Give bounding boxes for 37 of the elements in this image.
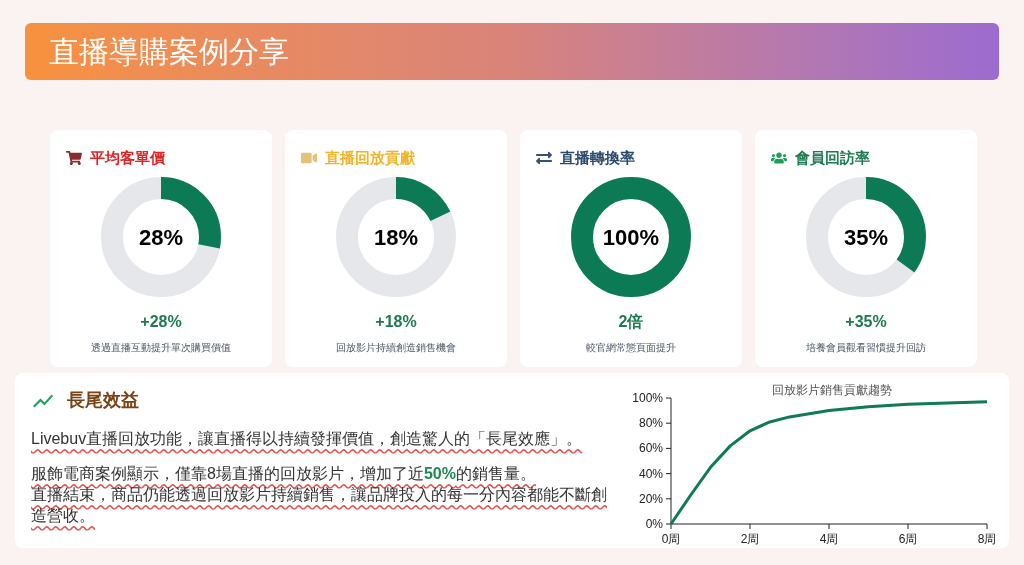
x-tick-label: 8周	[977, 532, 997, 546]
metric-caption: 回放影片持續創造銷售機會	[336, 341, 456, 355]
card-title: 直播轉換率	[560, 147, 635, 168]
y-tick-label: 60%	[638, 441, 663, 456]
metric-caption: 較官網常態頁面提升	[586, 341, 676, 355]
body-text: 直播結束，商品仍能透過回放影片持續銷售，讓品牌投入的每一分內容都能不斷創造營收。	[31, 485, 608, 526]
cart-icon	[66, 150, 82, 166]
y-tick-label: 80%	[638, 416, 663, 431]
card-title: 平均客單價	[90, 147, 165, 168]
chart-title: 回放影片銷售貢獻趨勢	[772, 383, 892, 397]
metric-caption: 透過直播互動提升單次購買價值	[91, 341, 231, 355]
two-arrows-icon	[536, 150, 552, 166]
page-title: 直播導購案例分享	[49, 34, 289, 70]
metric-value: +28%	[140, 312, 182, 332]
metric-value: 2倍	[618, 312, 644, 332]
metric-value: +18%	[375, 312, 417, 332]
donut-percentage: 28%	[138, 223, 183, 252]
donut-percentage: 100%	[602, 223, 660, 252]
donut-percentage: 35%	[843, 223, 888, 252]
video-camera-icon	[301, 150, 317, 166]
metric-caption: 培養會員觀看習慣提升回訪	[806, 341, 926, 355]
section-title: 長尾效益	[67, 389, 139, 412]
x-tick-label: 4周	[819, 532, 839, 546]
y-tick-label: 0%	[645, 517, 663, 531]
y-tick-label: 40%	[638, 466, 663, 481]
y-tick-label: 20%	[638, 491, 663, 506]
donut-percentage: 18%	[373, 223, 418, 252]
card-title: 會員回訪率	[795, 147, 870, 168]
x-tick-label: 0周	[661, 532, 681, 546]
y-tick-label: 100%	[632, 391, 663, 405]
people-icon	[771, 150, 787, 166]
body-text: 服飾電商案例顯示，僅靠8場直播的回放影片，增加了近50%的銷售量。	[31, 464, 537, 484]
metric-value: +35%	[845, 312, 887, 332]
card-title: 直播回放貢獻	[325, 147, 415, 168]
x-tick-label: 6周	[898, 532, 918, 546]
body-text: Livebuv直播回放功能，讓直播得以持續發揮價值，創造驚人的「長尾效應」。	[31, 429, 584, 449]
x-tick-label: 2周	[740, 532, 760, 546]
